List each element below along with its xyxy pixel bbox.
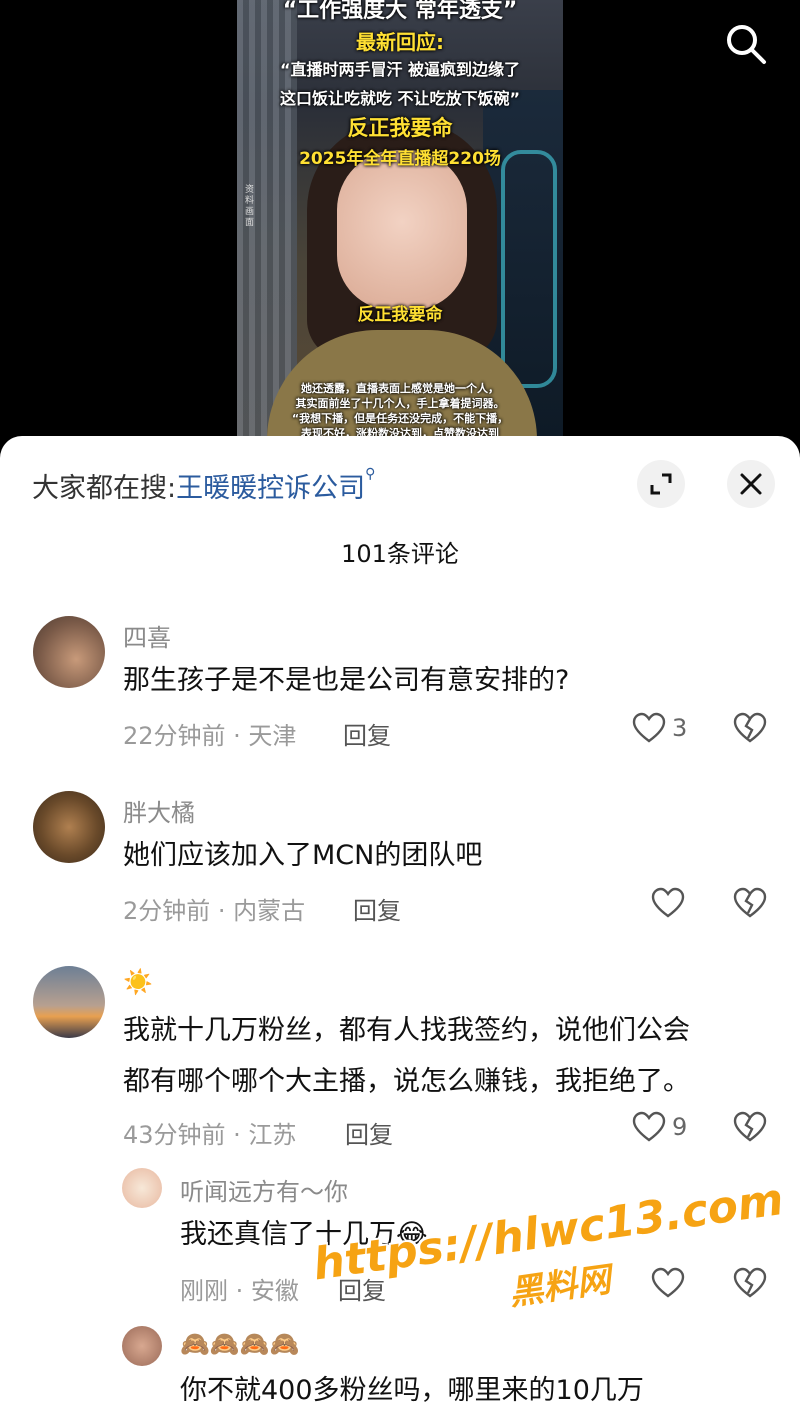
comment-text-line-2: 都有哪个哪个大主播，说怎么赚钱，我拒绝了。 (123, 1066, 690, 1097)
like-count: 9 (672, 1113, 688, 1141)
reply-button[interactable]: 回复 (343, 716, 391, 751)
comment-username[interactable]: 🙈🙈🙈🙈 (180, 1330, 300, 1358)
broken-heart-icon (733, 712, 767, 743)
comment-username[interactable]: 听闻远方有～你 (180, 1172, 348, 1207)
person-face (337, 150, 467, 310)
bottom-text-2: 其实面前坐了十几个人，手上拿着提词器。 (295, 397, 505, 410)
avatar[interactable] (122, 1168, 162, 1208)
comment-username[interactable]: ☀️ (123, 968, 153, 996)
dislike-button[interactable] (733, 712, 767, 748)
bottom-text-3: “我想下播，但是任务还没完成，不能下播， (291, 412, 509, 425)
like-count: 3 (672, 714, 688, 742)
comment-sheet: 大家都在搜:王暖暖控诉公司⚲ 101条评论 四喜 那生孩子是不是也是公司有意安排… (0, 436, 800, 1424)
comment-username[interactable]: 胖大橘 (123, 793, 195, 828)
avatar[interactable] (33, 966, 105, 1038)
caption-risk: 反正我要命 (347, 116, 453, 140)
avatar[interactable] (33, 616, 105, 688)
search-button[interactable] (724, 22, 768, 66)
caption-quote-2: 这口饭让吃就吃 不让吃放下饭碗” (279, 89, 521, 108)
hot-search-bar[interactable]: 大家都在搜:王暖暖控诉公司⚲ (32, 466, 375, 505)
video-player[interactable]: “工作强度大 常年透支” 最新回应: “直播时两手冒汗 被逼疯到边缘了 这口饭让… (0, 0, 800, 460)
comment-meta: 2分钟前 · 内蒙古 (123, 897, 306, 925)
dislike-button[interactable] (733, 887, 767, 923)
comment-username[interactable]: 四喜 (123, 618, 171, 653)
reply-button[interactable]: 回复 (338, 1271, 386, 1306)
heart-icon (632, 712, 666, 743)
heart-icon (632, 1111, 666, 1142)
reply-button[interactable]: 回复 (353, 891, 401, 926)
bottom-text-1: 她还透露，直播表面上感觉是她一个人， (301, 382, 499, 395)
comment-text-line-1: 我就十几万粉丝，都有人找我签约，说他们公会 (123, 1015, 690, 1046)
video-subtitle: 反正我要命 (357, 305, 443, 325)
dislike-button[interactable] (733, 1267, 767, 1303)
avatar[interactable] (122, 1326, 162, 1366)
caption-top: “工作强度大 常年透支” (282, 0, 518, 23)
comment-meta: 43分钟前 · 江苏 (123, 1121, 297, 1149)
expand-button[interactable] (637, 460, 685, 508)
hot-search-prefix: 大家都在搜: (32, 473, 177, 504)
heart-icon (651, 1267, 685, 1298)
reply-button[interactable]: 回复 (345, 1115, 393, 1150)
like-button[interactable] (651, 887, 685, 919)
like-button[interactable]: 9 (632, 1111, 687, 1143)
avatar[interactable] (33, 791, 105, 863)
comment-count: 101条评论 (341, 540, 459, 568)
broken-heart-icon (733, 1267, 767, 1298)
search-icon (727, 25, 766, 64)
like-button[interactable]: 3 (632, 712, 687, 744)
close-button[interactable] (727, 460, 775, 508)
archive-footage-note: 资料画面 (245, 185, 255, 228)
comment-text: 她们应该加入了MCN的团队吧 (123, 840, 483, 871)
like-button[interactable] (651, 1267, 685, 1299)
comment-text: 我还真信了十几万😂 (180, 1219, 428, 1250)
close-icon (740, 473, 762, 495)
caption-quote-1: “直播时两手冒汗 被逼疯到边缘了 (279, 60, 521, 79)
hot-search-keyword[interactable]: 王暖暖控诉公司 (176, 473, 365, 504)
dislike-button[interactable] (733, 1111, 767, 1147)
heart-icon (651, 887, 685, 918)
comment-meta: 22分钟前 · 天津 (123, 722, 297, 750)
caption-stats: 2025年全年直播超220场 (299, 149, 501, 169)
video-frame[interactable]: “工作强度大 常年透支” 最新回应: “直播时两手冒汗 被逼疯到边缘了 这口饭让… (237, 0, 563, 440)
comment-text: 你不就400多粉丝吗，哪里来的10几万 (180, 1375, 644, 1406)
expand-icon (650, 473, 672, 495)
comment-text: 那生孩子是不是也是公司有意安排的? (123, 665, 570, 696)
broken-heart-icon (733, 887, 767, 918)
caption-latest: 最新回应: (356, 30, 444, 54)
search-mini-icon: ⚲ (365, 466, 376, 482)
comment-meta: 刚刚 · 安徽 (180, 1277, 299, 1305)
broken-heart-icon (733, 1111, 767, 1142)
